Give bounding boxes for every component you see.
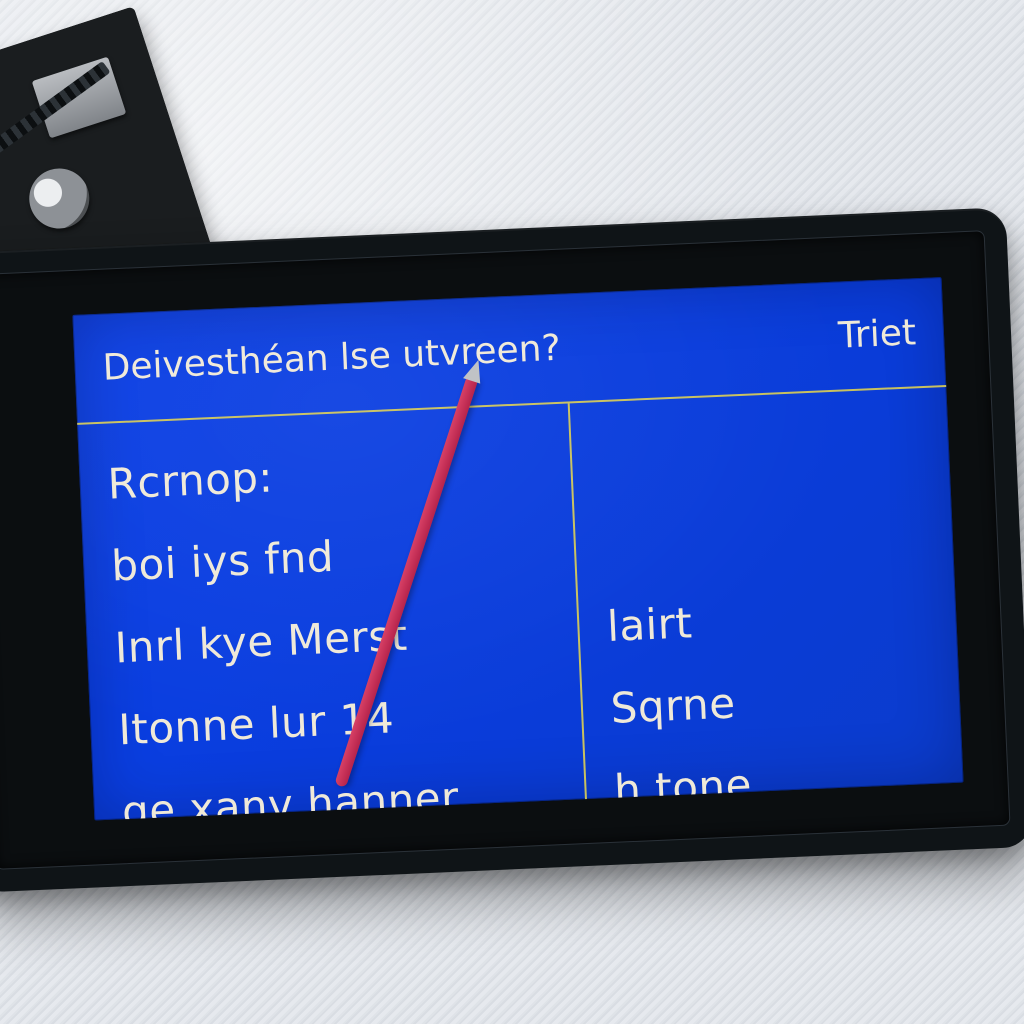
title-right-text: Triet [837,312,916,356]
device-bezel: Deivesthéan lse utvreen? Triet Rcrnop: b… [0,230,1011,870]
title-left-text: Deivesthéan lse utvreen? [102,327,562,388]
left-column: Rcrnop: boi iys fnd Inrl kye Merst Itonn… [77,403,587,820]
right-item-2[interactable]: h tone [613,736,938,821]
right-item-1[interactable]: Sqrne [609,654,934,750]
right-column: lairt Sqrne h tone [569,387,963,801]
handheld-device: Deivesthéan lse utvreen? Triet Rcrnop: b… [0,207,1024,893]
heatsink-ridges [0,61,111,178]
right-item-0[interactable]: lairt [605,572,930,668]
lcd-screen: Deivesthéan lse utvreen? Triet Rcrnop: b… [72,277,963,820]
menu-columns: Rcrnop: boi iys fnd Inrl kye Merst Itonn… [77,387,963,821]
